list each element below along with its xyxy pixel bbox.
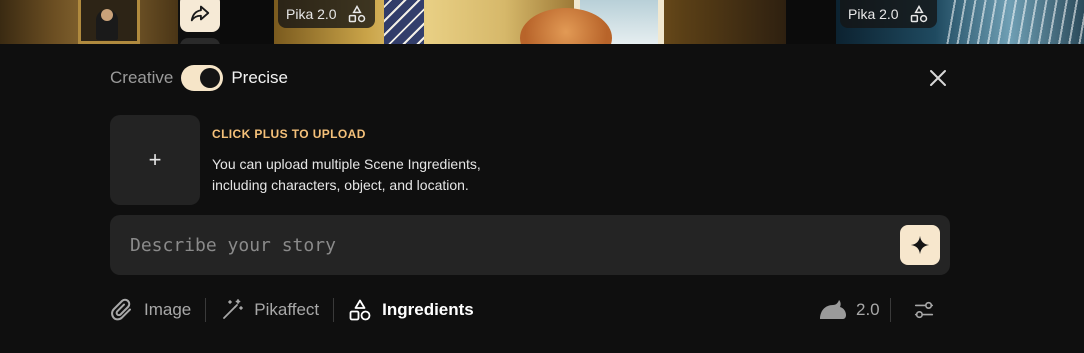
model-selector[interactable]: 2.0 [818,297,891,323]
upload-description: You can upload multiple Scene Ingredient… [212,156,481,193]
mode-switch: Creative Precise [110,65,288,91]
sliders-icon [914,301,934,319]
model-badge-label: Pika 2.0 [286,6,337,22]
close-button[interactable] [926,66,950,90]
plus-icon: + [148,147,162,172]
model-badge: Pika 2.0 [840,0,937,28]
share-button[interactable] [180,0,220,32]
mode-precise-label[interactable]: Precise [231,68,288,88]
tab-pikaffect-label: Pikaffect [254,300,320,319]
shapes-icon [910,4,927,23]
story-prompt-input[interactable] [130,215,890,275]
toggle-knob [200,68,221,88]
tab-image[interactable]: Image [110,298,191,322]
paperclip-icon [111,298,131,321]
tab-image-label: Image [144,300,192,319]
video-thumbnail-1[interactable] [0,0,178,44]
tab-ingredients-label: Ingredients [382,300,474,319]
shapes-icon [349,299,371,321]
close-icon [930,70,946,86]
rabbit-icon [820,300,846,319]
model-version: 2.0 [856,300,880,319]
divider [205,298,207,322]
upload-title: CLICK PLUS TO UPLOAD [212,127,366,141]
rain-overlay [946,0,1084,44]
model-badge-label: Pika 2.0 [848,6,899,22]
mode-creative-label[interactable]: Creative [110,68,173,88]
tool-tabs: Image Pikaffect Ingredients [110,297,474,323]
generate-button[interactable] [900,225,940,265]
upload-ingredient-button[interactable]: + [110,115,200,205]
flag-image [384,0,424,44]
mode-toggle[interactable] [181,65,224,91]
settings-button[interactable] [912,298,936,322]
composer-panel: Creative Precise + CLICK PLUS TO UPLOAD … [0,44,1084,353]
shapes-icon [348,4,365,23]
model-badge: Pika 2.0 [278,0,375,28]
magic-wand-icon [223,299,244,319]
tab-ingredients[interactable]: Ingredients [348,298,474,322]
tab-pikaffect[interactable]: Pikaffect [220,298,319,322]
portrait-face [101,9,113,21]
video-thumbnail-strip: Pika 2.0 Pika 2.0 [0,0,1084,44]
sparkle-icon [910,235,930,255]
divider [333,298,335,322]
prompt-box [110,215,950,275]
share-arrow-icon [190,5,210,22]
divider [889,298,891,322]
